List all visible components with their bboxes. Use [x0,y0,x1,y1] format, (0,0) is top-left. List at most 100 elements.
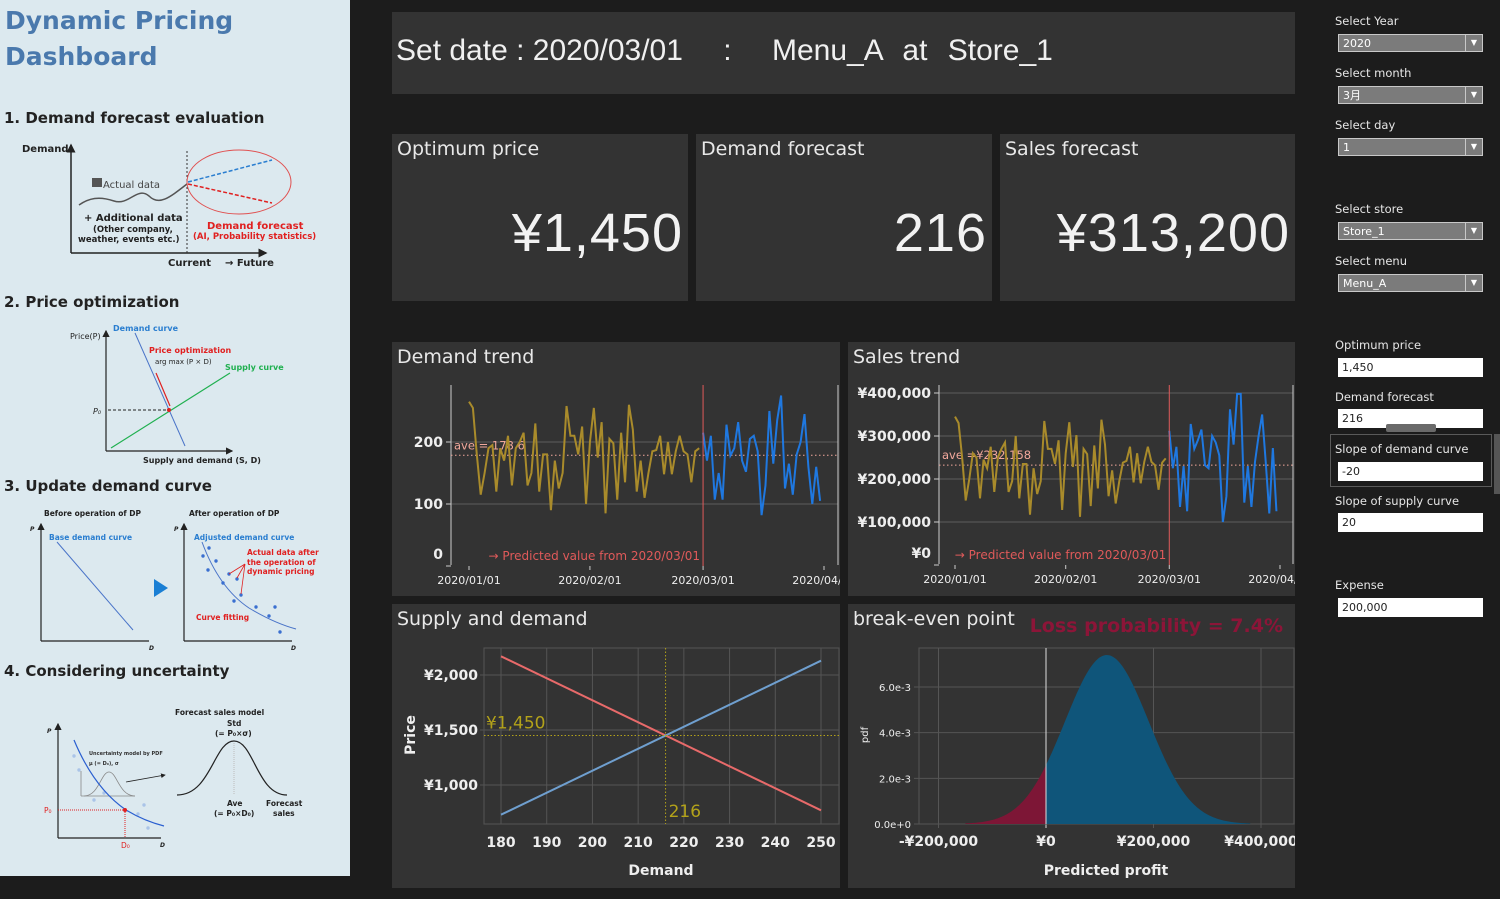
x-tick-label: ¥200,000 [1117,834,1191,850]
x-tick-label: 250 [806,835,835,851]
section2-heading: 2. Price optimization [4,293,179,311]
select-month-dropdown[interactable]: 3月 ▼ [1338,86,1483,104]
select-day-label: Select day [1335,118,1396,132]
demand-forecast-detail: (AI, Probability statistics) [193,232,316,242]
price-axis-label: Price(P) [70,332,101,341]
drag-handle[interactable] [1386,424,1436,432]
section3-heading: 3. Update demand curve [4,477,212,495]
select-store-dropdown[interactable]: Store_1 ▼ [1338,222,1483,240]
y-tick-label: ¥400,000 [857,386,931,402]
x-tick-label: 2020/02/01 [1034,573,1097,586]
profit-area [1046,655,1251,824]
y-tick-label: 100 [414,497,443,513]
predicted-annotation: → Predicted value from 2020/03/01 [955,548,1167,562]
header-banner: Set date : 2020/03/01 : Menu_A at Store_… [392,12,1295,94]
forecast-series-line [1168,392,1278,523]
section1-heading: 1. Demand forecast evaluation [4,109,264,127]
loss-area [965,765,1046,824]
ave-formula: (= P₀×D₀) [214,809,254,818]
demand-axis-label: Demand [22,144,69,155]
x-tick-label: -¥200,000 [899,834,979,850]
chevron-down-icon[interactable]: ▼ [1465,223,1482,239]
price-optimization-diagram: Price(P) Demand curve Price optimization… [70,324,284,465]
curve-fitting-label: Curve fitting [196,613,249,622]
y-tick-label: ¥100,000 [857,515,931,531]
select-day-dropdown[interactable]: 1 ▼ [1338,138,1483,156]
slope-supply-input[interactable]: 20 [1338,513,1483,532]
sales-trend-panel: Sales trend ¥0 ¥100,000 ¥200,000 ¥300,000 ¥4… [848,342,1295,596]
x-tick-label: 200 [578,835,607,851]
y-tick-label: 4.0e-3 [879,729,911,740]
data-icon [92,178,102,187]
actual-series-line [468,401,700,514]
d-axis-label: D [160,842,165,849]
demand-trend-chart: 0 100 200 2020/01/01 2020/02/01 2020/03/01 202… [414,385,840,587]
forecast-series-line [702,395,822,516]
forecast-sales-label: Forecast [266,799,303,808]
supply-curve-line [500,659,822,816]
std-label: Std [227,719,241,728]
forecast-sales-label: sales [273,809,295,818]
x-tick-label: ¥400,000 [1224,834,1295,850]
additional-data-label: + Additional data [84,213,183,224]
x-tick-label: 240 [761,835,790,851]
std-formula: (= P₀×σ) [215,729,252,738]
d0-label: D₀ [121,841,130,850]
dashboard-title-line1: Dynamic Pricing [5,6,233,35]
before-dp-label: Before operation of DP [44,509,141,518]
demand-forecast-diagram: Demand Actual data + Additional data (Ot… [22,143,316,269]
dropdown-value: Menu_A [1343,277,1387,290]
x-tick-label: 2020/03/01 [1138,573,1201,586]
x-tick-label: 180 [486,835,515,851]
demand-curve-label: Demand curve [113,324,179,333]
x-tick-label: 2020/04/01 [1248,573,1295,586]
base-curve-label: Base demand curve [49,533,132,542]
slope-demand-input[interactable]: -20 [1338,462,1483,481]
supply-demand-chart: 180 190 200 210 220 230 240 250 ¥1,000 ¥1,500 ¥2,0… [403,647,840,879]
ave-label: Ave [227,799,243,808]
supply-demand-panel: Supply and demand 180 190 200 210 220 230 240 2… [392,604,840,888]
y-axis-label: Price [403,715,419,755]
y-tick-label: ¥200,000 [857,472,931,488]
expense-label: Expense [1335,578,1384,592]
p0-label: P₀ [44,806,52,815]
p-axis-label: P [174,526,179,533]
select-menu-dropdown[interactable]: Menu_A ▼ [1338,274,1483,292]
scrollbar[interactable] [1494,434,1500,494]
dropdown-value: 2020 [1343,37,1371,50]
select-month-label: Select month [1335,66,1412,80]
future-label: → Future [225,258,274,269]
demand-trend-panel: Demand trend 0 100 200 2020/01/01 2020/02/01… [392,342,840,596]
select-year-dropdown[interactable]: 2020 ▼ [1338,34,1483,52]
y-tick-label: ¥1,000 [424,778,478,794]
chevron-down-icon[interactable]: ▼ [1465,275,1482,291]
optimum-price-input[interactable]: 1,450 [1338,358,1483,377]
demand-forecast-label: Demand forecast [207,221,304,232]
optimum-price-label: Optimum price [1335,338,1422,352]
x-tick-label: 2020/01/01 [923,573,986,586]
chevron-down-icon[interactable]: ▼ [1465,35,1482,51]
demand-forecast-label: Demand forecast [1335,390,1434,404]
forecast-model-title: Forecast sales model [175,708,264,717]
x-tick-label: 2020/01/01 [437,574,500,587]
kpi-label: Optimum price [397,138,540,160]
chevron-down-icon[interactable]: ▼ [1465,87,1482,103]
select-year-label: Select Year [1335,14,1399,28]
arrow-right-icon [154,579,168,597]
y-tick-label: 0.0e+0 [874,820,911,831]
y-tick-label: 6.0e-3 [879,683,911,694]
adjusted-curve-label: Adjusted demand curve [194,533,294,542]
kpi-sales-forecast: Sales forecast ¥313,200 [1000,134,1295,301]
slope-supply-label: Slope of supply curve [1335,494,1460,508]
y-tick-label: ¥0 [912,546,932,562]
expense-input[interactable]: 200,000 [1338,598,1483,617]
update-demand-curve-diagram: Before operation of DP After operation o… [30,509,319,652]
uncertainty-diagram: P D Uncertainty model by PDF μ (= D₀), σ… [44,708,303,850]
x-tick-label: 220 [669,835,698,851]
header-menu: Menu_A [771,34,883,67]
kpi-value: ¥313,200 [1056,203,1290,263]
d-axis-label: D [291,645,296,652]
pdf-params-label: μ (= D₀), σ [89,761,119,767]
chevron-down-icon[interactable]: ▼ [1465,139,1482,155]
select-menu-label: Select menu [1335,254,1407,268]
